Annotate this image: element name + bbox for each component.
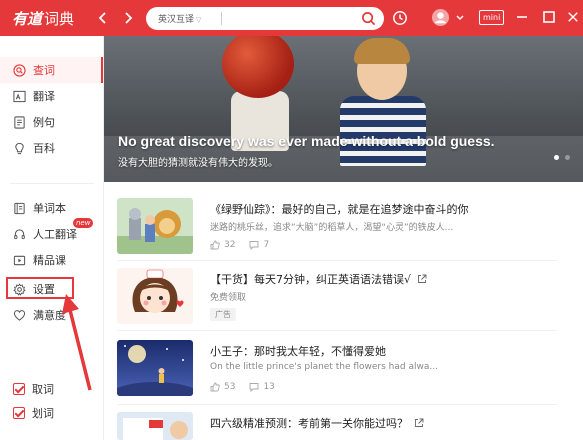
back-arrow-icon[interactable] [95, 10, 111, 26]
forward-arrow-icon[interactable] [120, 10, 136, 26]
toggle-select-word[interactable]: 划词 [0, 400, 103, 426]
feed-divider [117, 330, 557, 331]
search-input[interactable] [226, 9, 356, 28]
feed-title-text: 【干货】每天7分钟，纠正英语语法错误√ [210, 273, 412, 286]
feed-card[interactable]: 四六级精准预测：考前第一关你能过吗？ [117, 412, 557, 440]
thumbs-up-icon [210, 382, 220, 392]
comment-count[interactable]: 7 [249, 240, 269, 250]
logo-sub: 词典 [44, 10, 75, 28]
close-icon[interactable] [567, 10, 579, 24]
feed-title: 【干货】每天7分钟，纠正英语语法错误√ [210, 271, 427, 287]
translate-icon [13, 90, 26, 102]
banner-quote-zh: 没有大胆的猜测就没有伟大的发现。 [118, 158, 278, 169]
search-mode-select[interactable]: 英汉互译 ▽ [158, 12, 201, 25]
sidebar-item-label: 翻译 [33, 90, 55, 103]
comment-icon [250, 383, 259, 392]
thumbs-up-icon [210, 240, 220, 250]
feed-title: 《绿野仙踪》：最好的自己，就是在追梦途中奋斗的你 [210, 203, 469, 216]
feed-subtitle: 免费领取 [210, 293, 247, 303]
search-box: 英汉互译 ▽ [146, 7, 384, 30]
carousel-dots [554, 155, 570, 160]
course-icon [13, 255, 26, 265]
comment-count-value: 13 [263, 382, 275, 392]
title-bar: 有道 词典 英汉互译 ▽ mini [0, 0, 583, 36]
banner-apple [222, 36, 294, 98]
sidebar-item-label: 单词本 [33, 202, 66, 215]
toggle-label: 取词 [32, 383, 54, 396]
feed-thumbnail [117, 198, 193, 254]
chevron-down-icon: ▽ [196, 16, 202, 24]
app-logo: 有道 词典 [12, 8, 74, 29]
bulb-icon [15, 142, 24, 154]
new-badge: new [73, 218, 94, 228]
feed-subtitle: On the little prince's planet the flower… [210, 362, 438, 372]
banner-child-right-hair [354, 38, 410, 64]
search-icon[interactable] [361, 11, 376, 26]
toggle-label: 划词 [32, 407, 54, 420]
notebook-icon [14, 202, 25, 214]
feed-thumbnail [117, 340, 193, 396]
feed-title-text: 四六级精准预测：考前第一关你能过吗？ [210, 417, 408, 430]
like-count[interactable]: 32 [210, 240, 235, 250]
sidebar-item-translate[interactable]: 翻译 [0, 83, 103, 109]
sidebar-item-label: 百科 [33, 142, 55, 155]
content-feed: 《绿野仙踪》：最好的自己，就是在追梦途中奋斗的你 迷路的桃乐丝，追求“大脑”的稻… [104, 182, 583, 440]
sidebar-item-encyclopedia[interactable]: 百科 [0, 135, 103, 161]
maximize-icon[interactable] [542, 10, 556, 24]
like-count-value: 53 [224, 382, 236, 392]
minimize-icon[interactable] [515, 10, 529, 24]
feed-meta: 32 7 [210, 240, 269, 250]
search-mode-label: 英汉互译 [158, 15, 195, 25]
sentence-icon [14, 115, 25, 129]
chevron-down-icon[interactable] [455, 10, 465, 26]
feed-card[interactable]: 小王子：那时我太年轻，不懂得爱她 On the little prince's … [117, 340, 557, 410]
sidebar-item-courses[interactable]: 精品课 [0, 247, 103, 273]
sidebar-item-human-translation[interactable]: 人工翻译 new [0, 218, 103, 247]
banner-child-right-body [340, 96, 426, 166]
external-link-icon[interactable] [417, 274, 427, 284]
feed-divider [117, 260, 557, 261]
headset-icon [14, 228, 25, 239]
checkbox-checked-icon[interactable] [13, 383, 25, 395]
sidebar-item-sentence[interactable]: 例句 [0, 109, 103, 135]
comment-icon [250, 241, 259, 250]
sidebar-item-label: 例句 [33, 116, 55, 129]
checkbox-checked-icon[interactable] [13, 407, 25, 419]
comment-count-value: 7 [263, 240, 270, 250]
feed-title: 小王子：那时我太年轻，不懂得爱她 [210, 345, 386, 358]
annotation-arrow-icon [62, 294, 92, 391]
comment-count[interactable]: 13 [249, 382, 275, 392]
feed-subtitle: 迷路的桃乐丝，追求“大脑”的稻草人，渴望“心灵”的铁皮人... [210, 223, 454, 233]
sidebar-item-label: 查词 [33, 64, 55, 77]
sidebar-item-label: 精品课 [33, 254, 66, 267]
carousel-dot[interactable] [565, 155, 570, 160]
feed-meta: 53 13 [210, 382, 275, 392]
search-circle-icon [13, 63, 26, 77]
logo-main: 有道 [12, 10, 43, 28]
feed-card-ad[interactable]: 【干货】每天7分钟，纠正英语语法错误√ 免费领取 广告 [117, 268, 557, 338]
feed-divider [117, 404, 557, 405]
carousel-dot[interactable] [554, 155, 559, 160]
mini-mode-button[interactable]: mini [479, 10, 505, 25]
like-count[interactable]: 53 [210, 382, 235, 392]
sidebar-divider [10, 183, 94, 184]
external-link-icon[interactable] [414, 418, 424, 428]
sidebar-item-label: 人工翻译 [33, 228, 77, 241]
search-divider [221, 12, 222, 25]
banner-carousel[interactable]: No great discovery was ever made without… [104, 36, 583, 182]
avatar-icon[interactable] [431, 8, 450, 27]
feed-card[interactable]: 《绿野仙踪》：最好的自己，就是在追梦途中奋斗的你 迷路的桃乐丝，追求“大脑”的稻… [117, 198, 557, 268]
like-count-value: 32 [224, 240, 236, 250]
history-icon[interactable] [392, 10, 408, 26]
feed-thumbnail [117, 268, 193, 324]
sidebar-item-lookup[interactable]: 查词 [0, 57, 103, 83]
feed-title: 四六级精准预测：考前第一关你能过吗？ [210, 415, 424, 431]
ad-tag: 广告 [210, 308, 236, 321]
banner-quote-en: No great discovery was ever made without… [118, 133, 495, 149]
heart-icon [13, 309, 26, 321]
feed-thumbnail [117, 412, 193, 440]
